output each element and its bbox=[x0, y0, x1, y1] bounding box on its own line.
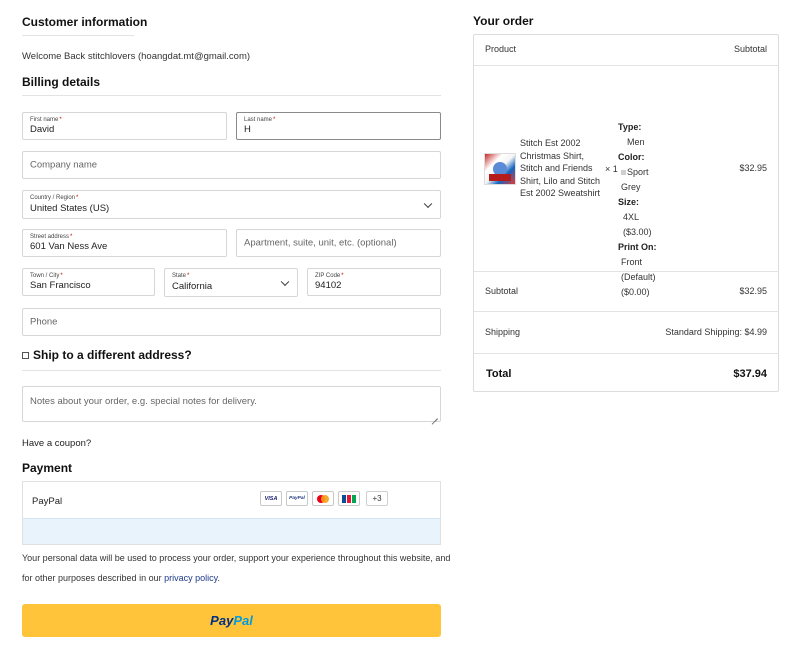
paypal-logo-part2: Pal bbox=[233, 613, 253, 628]
order-notes-placeholder: Notes about your order, e.g. special not… bbox=[30, 396, 257, 407]
privacy-policy-link[interactable]: privacy policy bbox=[164, 573, 217, 583]
total-label: Total bbox=[486, 368, 512, 380]
order-notes-textarea[interactable]: Notes about your order, e.g. special not… bbox=[22, 386, 441, 422]
meta-size-value: 4XL ($3.00) bbox=[623, 212, 652, 237]
paypal-card-icon: PayPal bbox=[286, 491, 308, 506]
paypal-button[interactable]: Pay Pal bbox=[22, 604, 441, 637]
welcome-text: Welcome Back stitchlovers (hoangdat.mt@g… bbox=[22, 51, 251, 62]
state-label: State* bbox=[172, 273, 190, 279]
divider bbox=[474, 65, 778, 66]
city-value: San Francisco bbox=[30, 280, 91, 291]
apartment-placeholder: Apartment, suite, unit, etc. (optional) bbox=[244, 237, 397, 249]
zip-code-field[interactable]: ZIP Code* 94102 bbox=[307, 268, 441, 296]
last-name-label: Last name* bbox=[244, 117, 276, 123]
total-value: $37.94 bbox=[733, 368, 767, 380]
ship-different-checkbox[interactable] bbox=[22, 351, 29, 359]
phone-placeholder: Phone bbox=[30, 316, 58, 328]
first-name-value: David bbox=[30, 124, 55, 135]
country-value: United States (US) bbox=[30, 203, 110, 214]
more-cards-badge: +3 bbox=[366, 491, 388, 506]
zip-code-value: 94102 bbox=[315, 280, 342, 291]
customer-info-title: Customer information bbox=[22, 15, 148, 29]
mastercard-icon bbox=[312, 491, 334, 506]
subtotal-value: $32.95 bbox=[739, 286, 767, 296]
ship-different-toggle[interactable]: Ship to a different address? bbox=[22, 348, 192, 362]
meta-type-value: Men bbox=[627, 137, 645, 147]
meta-color-key: Color: bbox=[618, 152, 645, 162]
order-table: Product Subtotal Stitch Est 2002 Christm… bbox=[473, 34, 779, 392]
street-address-label: Street address* bbox=[30, 234, 73, 240]
company-name-field[interactable]: Company name bbox=[22, 151, 441, 179]
product-column-header: Product bbox=[485, 44, 517, 54]
divider bbox=[474, 353, 778, 354]
jcb-card-icon bbox=[338, 491, 360, 506]
product-meta: Type: Men Color: Sport Grey Size: 4XL ($… bbox=[618, 120, 668, 300]
last-name-field[interactable]: Last name* H bbox=[236, 112, 441, 140]
have-coupon-link[interactable]: Have a coupon? bbox=[22, 438, 91, 449]
phone-field[interactable]: Phone bbox=[22, 308, 441, 336]
city-field[interactable]: Town / City* San Francisco bbox=[22, 268, 155, 296]
divider bbox=[474, 271, 778, 272]
divider bbox=[474, 311, 778, 312]
meta-size-key: Size: bbox=[618, 197, 640, 207]
meta-color-row: Sport Grey bbox=[618, 165, 668, 195]
chevron-down-icon bbox=[280, 277, 290, 286]
divider bbox=[22, 370, 441, 371]
first-name-field[interactable]: First name* David bbox=[22, 112, 227, 140]
country-select[interactable]: Country / Region* United States (US) bbox=[22, 190, 441, 219]
subtotal-label: Subtotal bbox=[485, 286, 519, 296]
payment-method-box[interactable]: PayPal VISA PayPal +3 bbox=[22, 481, 441, 545]
last-name-value: H bbox=[244, 124, 251, 135]
meta-type-key: Type: bbox=[618, 122, 642, 132]
privacy-end: . bbox=[217, 573, 220, 583]
shipping-label: Shipping bbox=[485, 327, 521, 337]
payment-method-label: PayPal bbox=[32, 496, 63, 507]
state-select[interactable]: State* California bbox=[164, 268, 298, 297]
product-thumbnail bbox=[484, 153, 516, 185]
product-price: $32.95 bbox=[739, 163, 767, 173]
city-label: Town / City* bbox=[30, 273, 63, 279]
state-value: California bbox=[172, 281, 213, 292]
product-quantity: × 1 bbox=[605, 164, 618, 174]
meta-print-key: Print On: bbox=[618, 242, 657, 252]
company-name-placeholder: Company name bbox=[30, 159, 98, 171]
card-icons: VISA PayPal bbox=[260, 491, 360, 506]
shipping-value: Standard Shipping: $4.99 bbox=[665, 327, 767, 337]
country-label: Country / Region* bbox=[30, 195, 79, 201]
divider bbox=[22, 95, 441, 96]
divider bbox=[22, 35, 134, 36]
zip-code-label: ZIP Code* bbox=[315, 273, 344, 279]
payment-title: Payment bbox=[22, 461, 73, 475]
your-order-title: Your order bbox=[473, 14, 534, 28]
first-name-label: First name* bbox=[30, 117, 62, 123]
subtotal-column-header: Subtotal bbox=[733, 44, 767, 54]
street-address-value: 601 Van Ness Ave bbox=[30, 241, 108, 252]
privacy-text: Your personal data will be used to proce… bbox=[22, 553, 451, 583]
chevron-down-icon bbox=[423, 199, 433, 208]
privacy-notice: Your personal data will be used to proce… bbox=[22, 548, 452, 588]
paypal-info-area bbox=[23, 518, 440, 544]
resize-handle-icon[interactable] bbox=[432, 413, 438, 419]
meta-print-value: Front (Default) ($0.00) bbox=[621, 257, 656, 297]
billing-details-title: Billing details bbox=[22, 75, 101, 89]
street-address-field[interactable]: Street address* 601 Van Ness Ave bbox=[22, 229, 227, 257]
ship-different-label[interactable]: Ship to a different address? bbox=[33, 348, 192, 362]
color-swatch-icon bbox=[621, 170, 626, 176]
apartment-field[interactable]: Apartment, suite, unit, etc. (optional) bbox=[236, 229, 441, 257]
visa-card-icon: VISA bbox=[260, 491, 282, 506]
paypal-logo-part1: Pay bbox=[210, 613, 234, 628]
product-name: Stitch Est 2002 Christmas Shirt, Stitch … bbox=[520, 138, 601, 198]
